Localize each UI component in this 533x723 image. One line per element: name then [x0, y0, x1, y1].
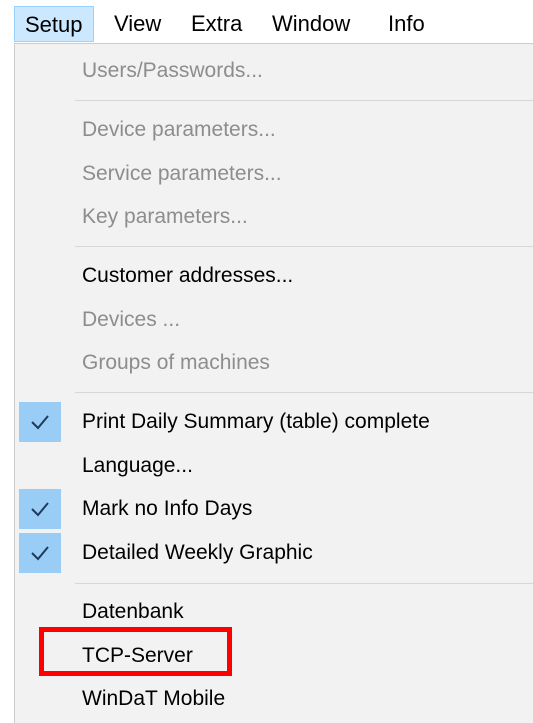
- menu-window[interactable]: Window: [262, 6, 360, 42]
- menu-separator: [75, 246, 533, 247]
- menu-separator: [75, 583, 533, 584]
- app-window: Setup View Extra Window Info Users/Passw…: [0, 0, 533, 723]
- menu-item-customer-addresses[interactable]: Customer addresses...: [15, 255, 533, 297]
- menu-info[interactable]: Info: [378, 6, 435, 42]
- menu-item-key-parameters[interactable]: Key parameters...: [15, 196, 533, 238]
- menu-item-print-daily-summary[interactable]: Print Daily Summary (table) complete: [15, 401, 533, 443]
- menu-separator: [75, 100, 533, 101]
- menu-item-label: Key parameters...: [82, 205, 248, 228]
- menu-item-detailed-weekly-graphic[interactable]: Detailed Weekly Graphic: [15, 532, 533, 574]
- menu-item-label: Language...: [82, 454, 193, 477]
- menu-item-label: Users/Passwords...: [82, 59, 263, 82]
- menu-setup[interactable]: Setup: [14, 6, 94, 42]
- menu-view[interactable]: View: [104, 6, 171, 42]
- checkmark-icon: [19, 533, 61, 573]
- menu-item-service-parameters[interactable]: Service parameters...: [15, 153, 533, 195]
- annotation-highlight-box: [39, 627, 232, 676]
- menu-extra[interactable]: Extra: [181, 6, 252, 42]
- menu-item-label: Groups of machines: [82, 351, 270, 374]
- menu-separator: [75, 392, 533, 393]
- menu-item-language[interactable]: Language...: [15, 445, 533, 487]
- menu-item-label: Device parameters...: [82, 118, 276, 141]
- menu-item-label: Devices ...: [82, 308, 181, 331]
- menu-item-label: Mark no Info Days: [82, 497, 253, 520]
- menu-item-label: WinDaT Mobile: [82, 687, 226, 710]
- menu-item-label: Detailed Weekly Graphic: [82, 541, 313, 564]
- checkmark-icon: [19, 402, 61, 442]
- menu-item-groups-of-machines[interactable]: Groups of machines: [15, 342, 533, 384]
- checkmark-icon: [19, 489, 61, 529]
- menu-item-windat-mobile[interactable]: WinDaT Mobile: [15, 678, 533, 720]
- menu-item-label: Print Daily Summary (table) complete: [82, 410, 430, 433]
- menu-item-users-passwords[interactable]: Users/Passwords...: [15, 50, 533, 92]
- menu-bar: Setup View Extra Window Info: [0, 0, 533, 46]
- setup-dropdown-menu: Users/Passwords... Device parameters... …: [14, 43, 533, 723]
- menu-item-device-parameters[interactable]: Device parameters...: [15, 109, 533, 151]
- menu-item-label: Service parameters...: [82, 162, 282, 185]
- menu-item-label: Customer addresses...: [82, 264, 294, 287]
- menu-item-mark-no-info-days[interactable]: Mark no Info Days: [15, 488, 533, 530]
- menu-item-devices[interactable]: Devices ...: [15, 299, 533, 341]
